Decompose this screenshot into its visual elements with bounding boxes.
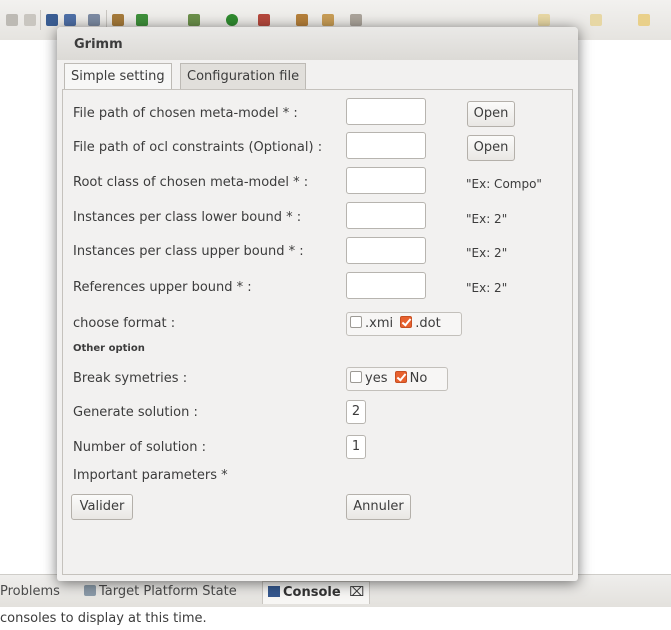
references-bound-label: References upper bound * : <box>73 280 252 295</box>
upper-bound-field[interactable] <box>346 237 426 264</box>
tab-configuration-file[interactable]: Configuration file <box>180 63 307 89</box>
refresh-icon[interactable] <box>136 14 148 26</box>
break-symmetries-label: Break symetries : <box>73 371 188 386</box>
other-option-label: Other option <box>73 343 145 354</box>
lower-bound-field[interactable] <box>346 202 426 229</box>
next-annotation-icon[interactable] <box>538 14 550 26</box>
toolbar-icon-1[interactable] <box>6 14 18 26</box>
symmetries-checkbox-group: yes No <box>346 367 448 391</box>
grimm-dialog: Grimm Simple setting Configuration file … <box>57 27 578 581</box>
target-platform-icon <box>84 585 96 596</box>
toolbar-icon-5[interactable] <box>88 14 100 26</box>
ocl-path-label: File path of ocl constraints (Optional) … <box>73 140 323 155</box>
tab-console[interactable]: Console ⌧ <box>262 581 371 604</box>
external-tools-icon[interactable] <box>258 14 270 26</box>
ocl-path-field[interactable] <box>346 132 426 159</box>
toolbar-icon-3[interactable] <box>46 14 58 26</box>
upper-bound-hint: "Ex: 2" <box>466 246 508 260</box>
choose-format-label: choose format : <box>73 316 176 331</box>
prev-annotation-icon[interactable] <box>590 14 602 26</box>
console-icon <box>268 586 280 597</box>
upper-bound-label: Instances per class upper bound * : <box>73 244 304 259</box>
tab-simple-setting[interactable]: Simple setting <box>64 63 172 90</box>
format-checkbox-group: .xmi .dot <box>346 312 462 336</box>
tab-problems-label: Problems <box>0 584 60 599</box>
open-metamodel-button[interactable]: Open <box>467 101 515 127</box>
tab-target-platform-state[interactable]: Target Platform State <box>84 581 237 603</box>
references-bound-field[interactable] <box>346 272 426 299</box>
dialog-title[interactable]: Grimm <box>57 27 578 60</box>
grid-icon[interactable] <box>112 14 124 26</box>
tab-target-platform-label: Target Platform State <box>99 584 237 599</box>
metamodel-path-field[interactable] <box>346 98 426 125</box>
valider-button[interactable]: Valider <box>71 494 133 520</box>
number-of-solution-label: Number of solution : <box>73 440 207 455</box>
simple-setting-panel: File path of chosen meta-model * : Open … <box>62 89 573 575</box>
console-message: consoles to display at this time. <box>0 611 207 626</box>
number-of-solution-field[interactable]: 1 <box>346 435 366 459</box>
lower-bound-label: Instances per class lower bound * : <box>73 210 302 225</box>
root-class-label: Root class of chosen meta-model * : <box>73 175 309 190</box>
important-parameters-label: Important parameters * <box>73 468 228 483</box>
pin-icon[interactable] <box>350 14 362 26</box>
close-icon[interactable]: ⌧ <box>349 585 364 600</box>
run-icon[interactable] <box>226 14 238 26</box>
tab-problems[interactable]: Problems <box>0 581 60 603</box>
open-ocl-button[interactable]: Open <box>467 135 515 161</box>
new-package-icon[interactable] <box>296 14 308 26</box>
dot-checkbox[interactable] <box>400 316 413 328</box>
annuler-button[interactable]: Annuler <box>346 494 411 520</box>
no-checkbox[interactable] <box>394 371 407 383</box>
xmi-label: .xmi <box>365 316 394 331</box>
dot-label: .dot <box>415 316 441 331</box>
save-all-icon[interactable] <box>24 14 36 26</box>
tab-console-label: Console <box>283 585 341 600</box>
generate-solution-label: Generate solution : <box>73 405 198 420</box>
references-bound-hint: "Ex: 2" <box>466 281 508 295</box>
yes-label: yes <box>365 371 388 386</box>
open-type-icon[interactable] <box>322 14 334 26</box>
yes-checkbox[interactable] <box>350 371 362 383</box>
root-class-hint: "Ex: Compo" <box>466 177 542 191</box>
back-icon[interactable] <box>638 14 650 26</box>
root-class-field[interactable] <box>346 167 426 194</box>
xmi-checkbox[interactable] <box>350 316 362 328</box>
toolbar-icon-4[interactable] <box>64 14 76 26</box>
generate-solution-field[interactable]: 2 <box>346 400 366 424</box>
bug-icon[interactable] <box>188 14 200 26</box>
lower-bound-hint: "Ex: 2" <box>466 212 508 226</box>
no-label: No <box>409 371 428 386</box>
metamodel-path-label: File path of chosen meta-model * : <box>73 106 298 121</box>
